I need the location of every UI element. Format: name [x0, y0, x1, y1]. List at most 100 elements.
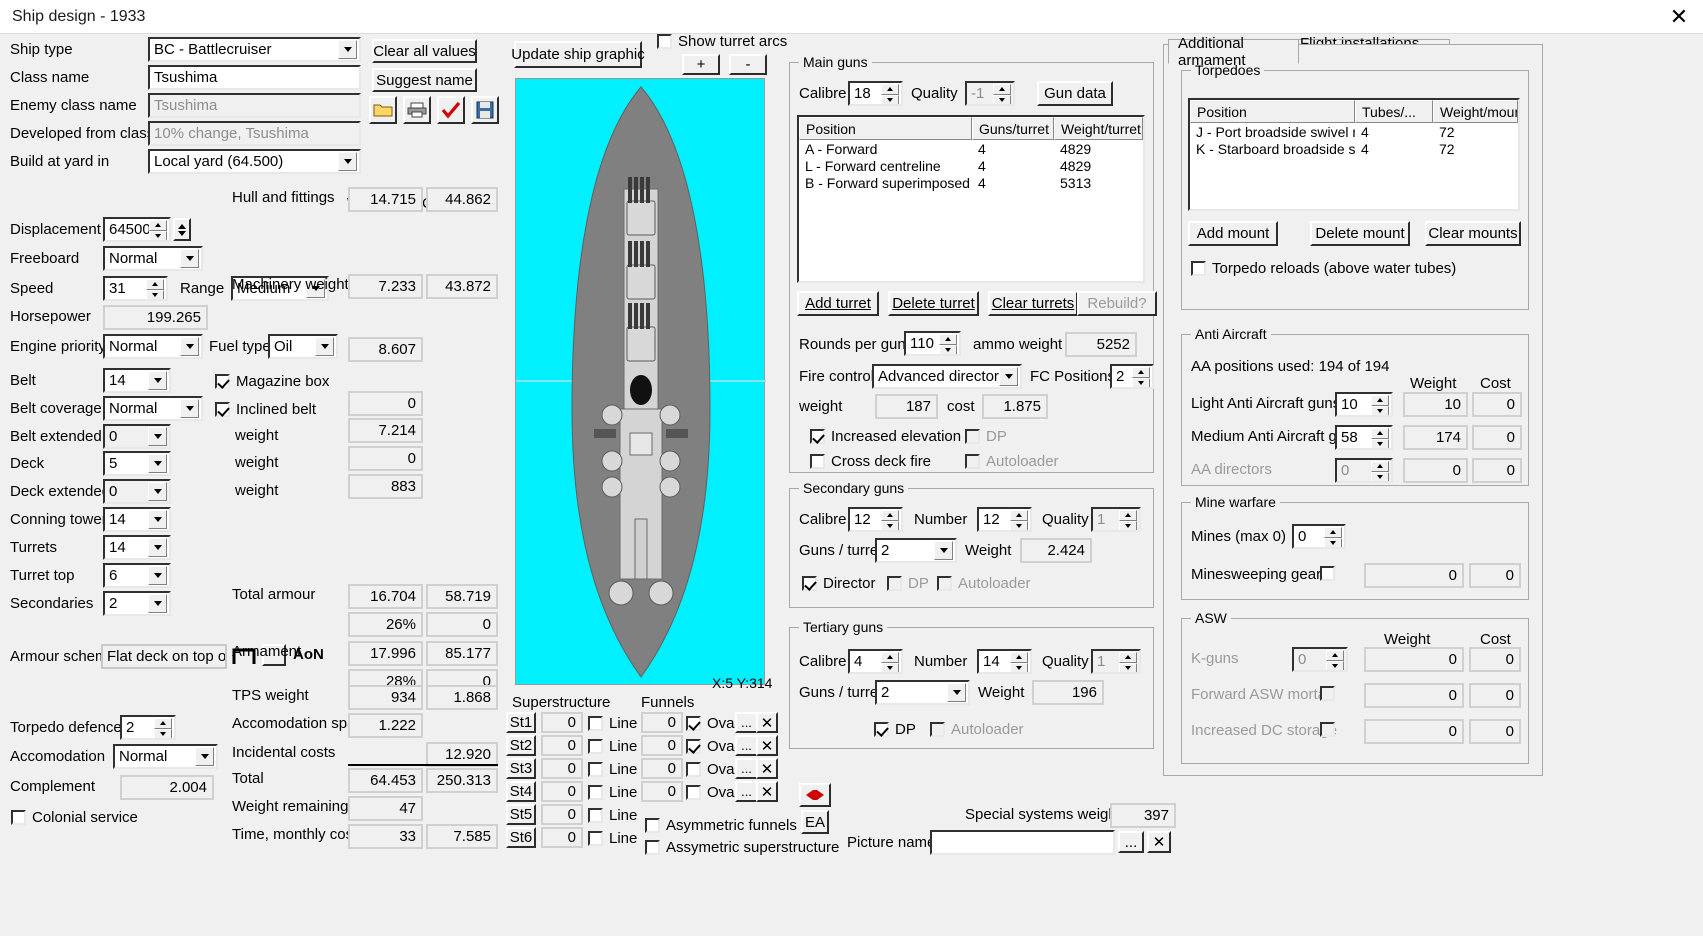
- cross-deck-fire-checkbox[interactable]: Cross deck fire: [810, 453, 931, 470]
- zoom-out-button[interactable]: -: [729, 54, 767, 75]
- col-weight-per-turret[interactable]: Weight/turret: [1054, 117, 1143, 140]
- rounds-per-gun-input[interactable]: 110: [904, 331, 961, 356]
- aa-row-count-2[interactable]: 0: [1335, 458, 1393, 483]
- main-calibre-input[interactable]: 18: [848, 81, 903, 106]
- clear-all-values-button[interactable]: Clear all values: [372, 39, 477, 63]
- sec-guns-per-turret-combo[interactable]: 2: [875, 538, 957, 563]
- close-icon[interactable]: ✕: [1655, 0, 1703, 33]
- col-torp-weight[interactable]: Weight/mount: [1433, 100, 1518, 123]
- add-mount-button[interactable]: Add mount: [1188, 221, 1278, 246]
- asw-row-checkbox-1[interactable]: [1320, 686, 1335, 701]
- colonial-service-checkbox[interactable]: Colonial service: [11, 809, 138, 826]
- fc-positions-input[interactable]: 2: [1110, 364, 1154, 389]
- table-row[interactable]: A - Forward 4 4829: [799, 140, 1143, 157]
- chevron-down-icon[interactable]: [338, 152, 357, 171]
- col-guns-per-turret[interactable]: Guns/turret: [971, 117, 1055, 140]
- chevron-down-icon[interactable]: [148, 371, 167, 390]
- col-position[interactable]: Position: [799, 117, 972, 140]
- red-check-icon[interactable]: [437, 96, 465, 124]
- chevron-down-icon[interactable]: [148, 427, 167, 446]
- main-quality-input[interactable]: -1: [965, 81, 1015, 106]
- aa-row-count-1[interactable]: 58: [1335, 425, 1393, 450]
- funnel-oval-checkbox-1[interactable]: Oval: [686, 715, 738, 732]
- turret-top-combo[interactable]: 6: [103, 563, 171, 588]
- tab-additional-armament[interactable]: Additional armament: [1168, 35, 1299, 69]
- superstructure-button-st6[interactable]: St6: [506, 827, 536, 848]
- floppy-save-icon[interactable]: [471, 96, 499, 124]
- picture-name-input[interactable]: [930, 830, 1115, 855]
- accomodation-combo[interactable]: Normal: [113, 744, 218, 769]
- chevron-down-icon[interactable]: [148, 454, 167, 473]
- table-row[interactable]: B - Forward superimposed 4 5313: [799, 174, 1143, 191]
- col-torp-tubes[interactable]: Tubes/...: [1355, 100, 1433, 123]
- ter-number-input[interactable]: 14: [977, 649, 1032, 674]
- chevron-down-icon[interactable]: [148, 594, 167, 613]
- main-quality-stepper[interactable]: [993, 84, 1011, 104]
- chevron-down-icon[interactable]: [947, 683, 966, 702]
- enemy-class-name-input[interactable]: Tsushima: [148, 93, 361, 118]
- picture-clear-button[interactable]: ✕: [1147, 831, 1171, 853]
- funnel-oval-checkbox-2[interactable]: Oval: [686, 738, 738, 755]
- clear-turrets-button[interactable]: Clear turrets: [988, 291, 1078, 316]
- chevron-down-icon[interactable]: [315, 337, 334, 356]
- superstructure-button-st1[interactable]: St1: [506, 712, 536, 733]
- sec-quality-stepper[interactable]: [1119, 510, 1137, 530]
- torpedoes-list[interactable]: Position Tubes/... Weight/mount J - Port…: [1188, 98, 1520, 211]
- aa-count-stepper-0[interactable]: [1371, 395, 1389, 415]
- gun-data-button[interactable]: Gun data: [1037, 81, 1113, 106]
- armour-scheme-value-field[interactable]: Flat deck on top of: [101, 644, 227, 669]
- torpedo-defence-input[interactable]: 2: [120, 715, 176, 740]
- superstructure-button-st3[interactable]: St3: [506, 758, 536, 779]
- superstructure-line-checkbox-1[interactable]: Line: [588, 715, 637, 732]
- mines-input[interactable]: 0: [1292, 524, 1346, 549]
- chevron-down-icon[interactable]: [999, 367, 1018, 386]
- ter-calibre-input[interactable]: 4: [848, 649, 903, 674]
- belt-extended-combo[interactable]: 0: [103, 424, 171, 449]
- funnel-browse-button-2[interactable]: ...: [735, 735, 758, 756]
- magazine-box-checkbox[interactable]: Magazine box: [215, 373, 329, 390]
- superstructure-line-checkbox-6[interactable]: Line: [588, 830, 637, 847]
- main-calibre-stepper[interactable]: [881, 84, 899, 104]
- asw-kguns-input[interactable]: 0: [1292, 647, 1348, 672]
- ter-guns-per-turret-combo[interactable]: 2: [875, 680, 970, 705]
- chevron-down-icon[interactable]: [148, 566, 167, 585]
- funnel-delete-button-2[interactable]: ✕: [756, 735, 778, 756]
- ea-button[interactable]: EA: [801, 810, 829, 834]
- conning-tower-combo[interactable]: 14: [103, 507, 171, 532]
- picture-browse-button[interactable]: ...: [1118, 831, 1144, 853]
- displacement-stepper[interactable]: [149, 220, 167, 240]
- chevron-down-icon[interactable]: [180, 337, 199, 356]
- ter-calibre-stepper[interactable]: [881, 652, 899, 672]
- main-guns-list[interactable]: Position Guns/turret Weight/turret A - F…: [797, 115, 1145, 283]
- add-turret-button[interactable]: Add turret: [797, 291, 879, 316]
- funnel-browse-button-4[interactable]: ...: [735, 781, 758, 802]
- superstructure-line-checkbox-5[interactable]: Line: [588, 807, 637, 824]
- chevron-down-icon[interactable]: [195, 747, 214, 766]
- deck-combo[interactable]: 5: [103, 451, 171, 476]
- superstructure-button-st2[interactable]: St2: [506, 735, 536, 756]
- update-ship-graphic-button[interactable]: Update ship graphic: [511, 41, 645, 68]
- zoom-in-button[interactable]: +: [682, 54, 720, 75]
- deck-extended-combo[interactable]: 0: [103, 479, 171, 504]
- torpedo-defence-stepper[interactable]: [154, 718, 172, 738]
- show-turret-arcs-checkbox[interactable]: Show turret arcs: [657, 33, 787, 50]
- engine-priority-combo[interactable]: Normal: [103, 334, 203, 359]
- folder-open-icon[interactable]: [369, 96, 397, 124]
- sec-calibre-stepper[interactable]: [881, 510, 899, 530]
- ter-quality-input[interactable]: 1: [1091, 649, 1141, 674]
- chevron-down-icon[interactable]: [148, 482, 167, 501]
- rounds-per-gun-stepper[interactable]: [939, 334, 957, 354]
- aa-row-count-0[interactable]: 10: [1335, 392, 1393, 417]
- sec-director-checkbox[interactable]: Director: [802, 575, 876, 592]
- funnel-browse-button-3[interactable]: ...: [735, 758, 758, 779]
- chevron-down-icon[interactable]: [180, 249, 199, 268]
- table-row[interactable]: K - Starboard broadside swiv... 4 72: [1190, 140, 1518, 157]
- table-row[interactable]: L - Forward centreline 4 4829: [799, 157, 1143, 174]
- ship-type-combo[interactable]: BC - Battlecruiser: [148, 37, 361, 62]
- ter-dp-checkbox[interactable]: DP: [874, 721, 916, 738]
- torpedo-reloads-checkbox[interactable]: Torpedo reloads (above water tubes): [1191, 260, 1456, 277]
- minesweeping-gear-checkbox[interactable]: [1320, 566, 1335, 581]
- table-row[interactable]: J - Port broadside swivel mo... 4 72: [1190, 123, 1518, 140]
- displacement-stepper-2[interactable]: [173, 218, 191, 241]
- delete-turret-button[interactable]: Delete turret: [888, 291, 979, 316]
